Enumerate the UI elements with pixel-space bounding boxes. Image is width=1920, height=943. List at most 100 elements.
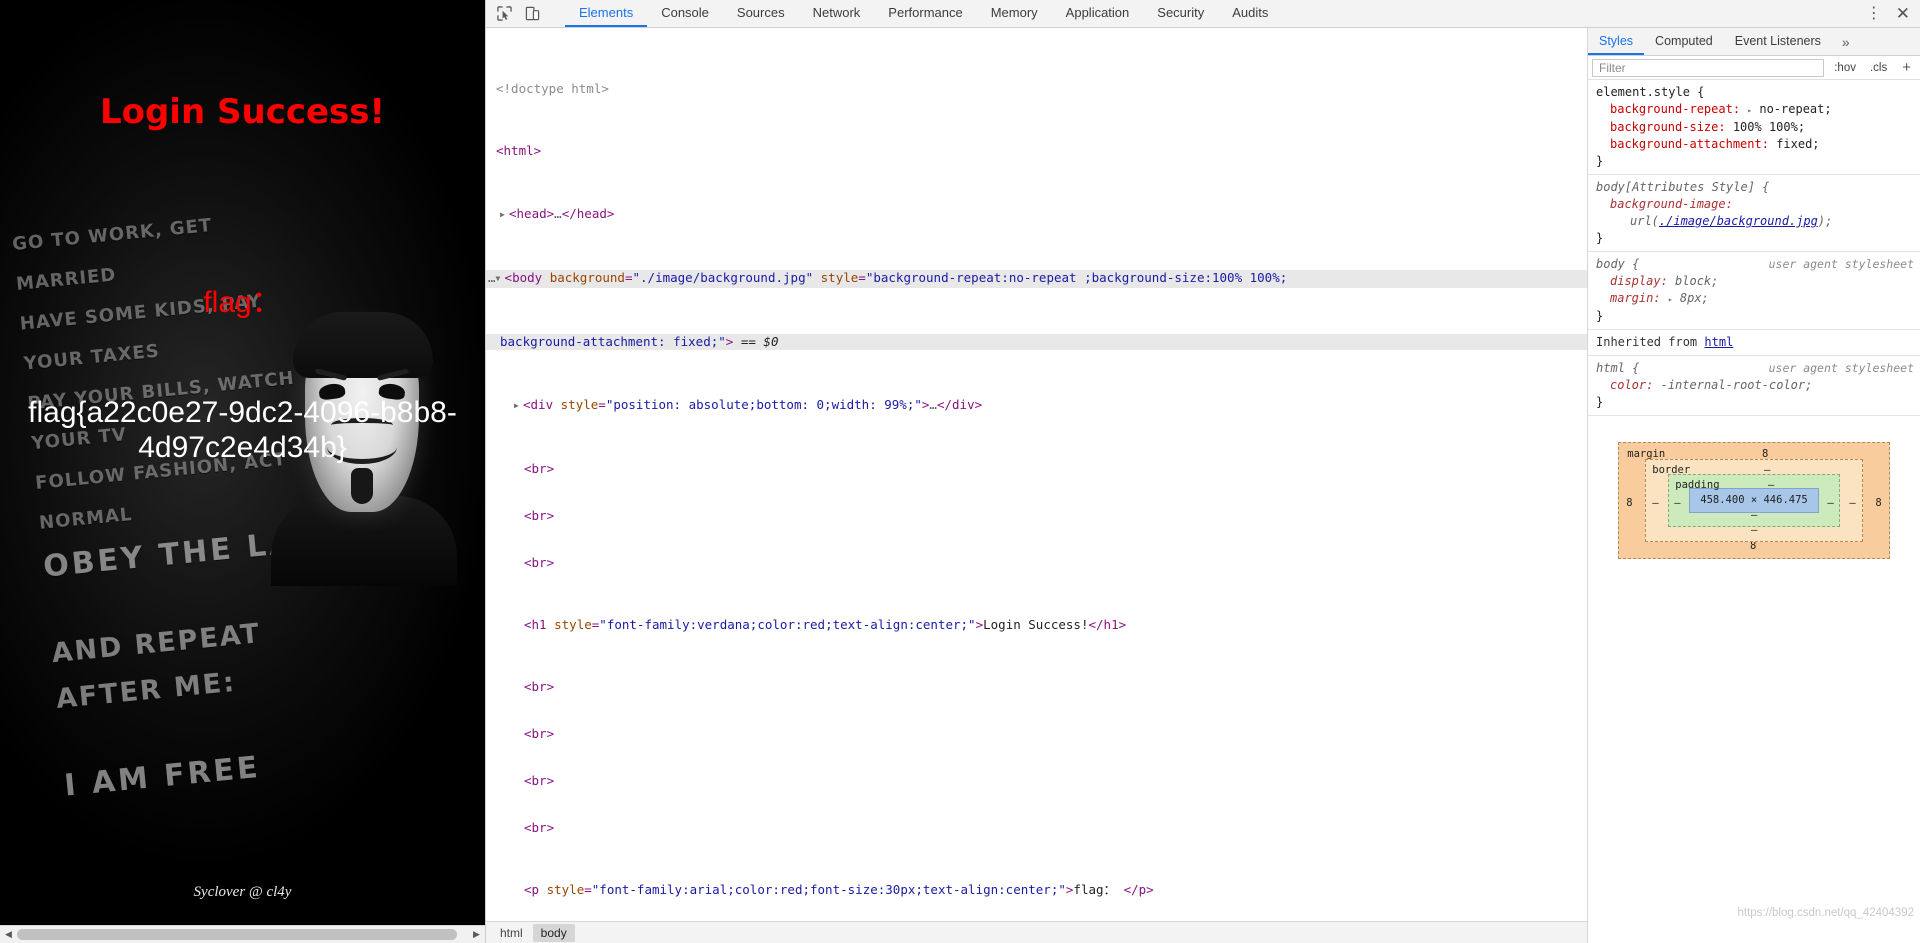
- dom-tree[interactable]: <!doctype html> <html> ▶ <head>…</head> ……: [486, 28, 1587, 921]
- ua-stylesheet-label: user agent stylesheet: [1768, 257, 1914, 271]
- tab-audits[interactable]: Audits: [1218, 0, 1282, 27]
- devtools-body: <!doctype html> <html> ▶ <head>…</head> ……: [486, 28, 1920, 943]
- styles-filter-input[interactable]: Filter: [1592, 58, 1825, 77]
- rule-close-brace: }: [1596, 395, 1604, 409]
- breadcrumb-item-body[interactable]: body: [532, 923, 575, 942]
- devtools-tabs: Elements Console Sources Network Perform…: [565, 0, 1856, 27]
- declaration[interactable]: margin: ▸ 8px;: [1596, 290, 1914, 308]
- dom-line-div[interactable]: ▶ <div style="position: absolute;bottom: …: [486, 397, 1587, 415]
- dom-line-doctype[interactable]: <!doctype html>: [486, 81, 1587, 97]
- devtools-panel: Elements Console Sources Network Perform…: [485, 0, 1920, 943]
- padding-bottom-value[interactable]: –: [1751, 507, 1757, 524]
- dom-line-h1[interactable]: <h1 style="font-family:verdana;color:red…: [486, 617, 1587, 633]
- more-tabs-icon[interactable]: »: [1832, 28, 1860, 55]
- style-rule-body-ua[interactable]: body {user agent stylesheet display: blo…: [1588, 252, 1920, 330]
- dom-line-head[interactable]: ▶ <head>…</head>: [486, 206, 1587, 224]
- declaration[interactable]: background-attachment: fixed;: [1596, 136, 1914, 153]
- inspect-cursor-icon[interactable]: [494, 4, 514, 24]
- tab-console[interactable]: Console: [647, 0, 723, 27]
- close-icon[interactable]: ✕: [1896, 5, 1910, 22]
- elements-tree-pane: <!doctype html> <html> ▶ <head>…</head> ……: [486, 28, 1588, 943]
- breadcrumb-item-html[interactable]: html: [492, 924, 531, 942]
- devtools-toolbar: Elements Console Sources Network Perform…: [486, 0, 1920, 28]
- dom-line-html-open[interactable]: <html>: [486, 143, 1587, 159]
- rule-close-brace: }: [1596, 309, 1604, 323]
- scroll-left-arrow-icon[interactable]: ◀: [0, 926, 17, 943]
- tab-network[interactable]: Network: [799, 0, 875, 27]
- padding-right-value[interactable]: –: [1827, 495, 1833, 512]
- margin-right-value[interactable]: 8: [1875, 495, 1881, 512]
- styles-tabs: Styles Computed Event Listeners »: [1588, 28, 1920, 56]
- box-model-diagram[interactable]: margin 8 8 8 8 border – – – – padding – …: [1618, 442, 1890, 559]
- box-model-padding[interactable]: padding – – – – 458.400 × 446.475: [1668, 474, 1840, 527]
- declaration[interactable]: color: -internal-root-color;: [1596, 377, 1914, 394]
- declaration[interactable]: background-size: 100% 100%;: [1596, 119, 1914, 136]
- rule-close-brace: }: [1596, 154, 1604, 168]
- declaration[interactable]: display: block;: [1596, 273, 1914, 290]
- page-canvas: GO TO WORK, GET MARRIED HAVE SOME KIDS, …: [0, 0, 485, 925]
- tab-security[interactable]: Security: [1143, 0, 1218, 27]
- box-model-padding-label: padding: [1675, 479, 1720, 491]
- tab-memory[interactable]: Memory: [977, 0, 1052, 27]
- page-title: Login Success!: [99, 92, 386, 132]
- hov-toggle[interactable]: :hov: [1830, 62, 1860, 74]
- flag-value: flag{a22c0e27-9dc2-4096-b8b8-4d97c2e4d34…: [28, 396, 457, 464]
- more-options-icon[interactable]: ⋮: [1866, 5, 1882, 22]
- scroll-right-arrow-icon[interactable]: ▶: [468, 926, 485, 943]
- declaration[interactable]: background-image:: [1596, 196, 1914, 213]
- new-style-rule-button[interactable]: +: [1897, 59, 1916, 76]
- tab-elements[interactable]: Elements: [565, 0, 648, 27]
- style-rule-body-attributes[interactable]: body[Attributes Style] { background-imag…: [1588, 175, 1920, 252]
- dom-line-br[interactable]: <br>: [486, 555, 1587, 571]
- style-rule-element-style[interactable]: element.style { background-repeat: ▸ no-…: [1588, 80, 1920, 175]
- dom-line-br[interactable]: <br>: [486, 726, 1587, 742]
- page-horizontal-scrollbar[interactable]: ◀ ▶: [0, 925, 485, 943]
- box-model-border[interactable]: border – – – – padding – – – – 458.400 ×…: [1645, 459, 1863, 542]
- expand-arrow-icon[interactable]: ▸: [1668, 295, 1673, 304]
- rule-selector: html {user agent stylesheet: [1596, 361, 1914, 375]
- tab-computed[interactable]: Computed: [1644, 28, 1724, 55]
- padding-left-value[interactable]: –: [1674, 495, 1680, 512]
- dom-line-br[interactable]: <br>: [486, 820, 1587, 836]
- device-toolbar-icon[interactable]: [522, 4, 542, 24]
- page-content: Login Success! flag： flag{a22c0e27-9dc2-…: [0, 0, 485, 925]
- scrollbar-thumb[interactable]: [17, 929, 457, 940]
- rule-selector: body {user agent stylesheet: [1596, 257, 1914, 271]
- page-credit: Syclover @ cl4y: [193, 884, 292, 900]
- dom-line-br[interactable]: <br>: [486, 461, 1587, 477]
- browser-page-pane: GO TO WORK, GET MARRIED HAVE SOME KIDS, …: [0, 0, 485, 943]
- rule-close-brace: }: [1596, 231, 1604, 245]
- tab-performance[interactable]: Performance: [874, 0, 976, 27]
- dom-line-br[interactable]: <br>: [486, 508, 1587, 524]
- border-right-value[interactable]: –: [1849, 495, 1855, 512]
- breadcrumb: html body: [486, 921, 1587, 943]
- scrollbar-track[interactable]: [17, 926, 468, 943]
- cls-toggle[interactable]: .cls: [1866, 62, 1891, 74]
- devtools-screenshot: GO TO WORK, GET MARRIED HAVE SOME KIDS, …: [0, 0, 1920, 943]
- margin-left-value[interactable]: 8: [1626, 495, 1632, 512]
- tab-sources[interactable]: Sources: [723, 0, 799, 27]
- tab-event-listeners[interactable]: Event Listeners: [1724, 28, 1832, 55]
- tab-application[interactable]: Application: [1052, 0, 1144, 27]
- rule-selector: element.style {: [1596, 85, 1705, 99]
- styles-filter-bar: Filter :hov .cls +: [1588, 56, 1920, 80]
- tab-styles[interactable]: Styles: [1588, 28, 1645, 55]
- dom-line-br[interactable]: <br>: [486, 679, 1587, 695]
- padding-top-value[interactable]: –: [1768, 477, 1774, 494]
- declaration-value[interactable]: url(./image/background.jpg);: [1596, 213, 1914, 230]
- devtools-toolbar-right: ⋮ ✕: [1856, 0, 1920, 27]
- inherited-from-tag[interactable]: html: [1704, 335, 1733, 349]
- dom-line-p-flag-label[interactable]: <p style="font-family:arial;color:red;fo…: [486, 882, 1587, 898]
- expand-arrow-icon[interactable]: ▸: [1747, 106, 1752, 115]
- watermark-url: https://blog.csdn.net/qq_42404392: [1737, 907, 1914, 919]
- style-rule-html-ua[interactable]: html {user agent stylesheet color: -inte…: [1588, 356, 1920, 416]
- box-model-margin[interactable]: margin 8 8 8 8 border – – – – padding – …: [1618, 442, 1890, 559]
- dom-line-body-open-cont[interactable]: background-attachment: fixed;"> == $0: [486, 334, 1587, 350]
- dom-line-body-open[interactable]: …▼ <body background="./image/background.j…: [486, 269, 1587, 288]
- styles-rules-list[interactable]: element.style { background-repeat: ▸ no-…: [1588, 80, 1920, 943]
- dom-line-br[interactable]: <br>: [486, 773, 1587, 789]
- background-image-link[interactable]: ./image/background.jpg: [1659, 214, 1818, 228]
- declaration[interactable]: background-repeat: ▸ no-repeat;: [1596, 101, 1914, 119]
- border-left-value[interactable]: –: [1652, 495, 1658, 512]
- styles-pane: Styles Computed Event Listeners » Filter…: [1588, 28, 1920, 943]
